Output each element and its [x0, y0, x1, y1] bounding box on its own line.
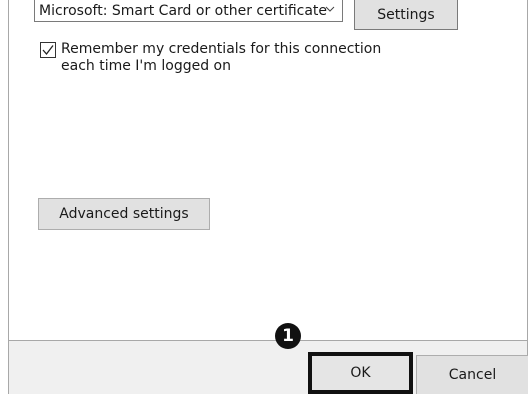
advanced-settings-label: Advanced settings: [59, 206, 189, 222]
cancel-button-label: Cancel: [448, 367, 497, 383]
settings-button[interactable]: Settings: [354, 0, 458, 30]
ok-button[interactable]: OK: [308, 352, 413, 394]
authentication-method-dropdown[interactable]: Microsoft: Smart Card or other certifica…: [34, 0, 343, 22]
dialog: Microsoft: Smart Card or other certifica…: [0, 0, 529, 394]
cancel-button[interactable]: Cancel: [416, 355, 528, 394]
authentication-method-value: Microsoft: Smart Card or other certifica…: [39, 2, 328, 19]
chevron-down-icon: [325, 6, 335, 12]
checkmark-icon: [42, 45, 54, 56]
advanced-settings-button[interactable]: Advanced settings: [38, 198, 210, 230]
settings-button-label: Settings: [377, 6, 435, 23]
remember-credentials-option[interactable]: Remember my credentials for this connect…: [40, 41, 411, 75]
remember-credentials-checkbox[interactable]: [40, 42, 56, 58]
remember-credentials-label: Remember my credentials for this connect…: [61, 41, 382, 74]
step-number-badge: 1: [275, 323, 301, 349]
ok-button-label: OK: [350, 365, 371, 381]
